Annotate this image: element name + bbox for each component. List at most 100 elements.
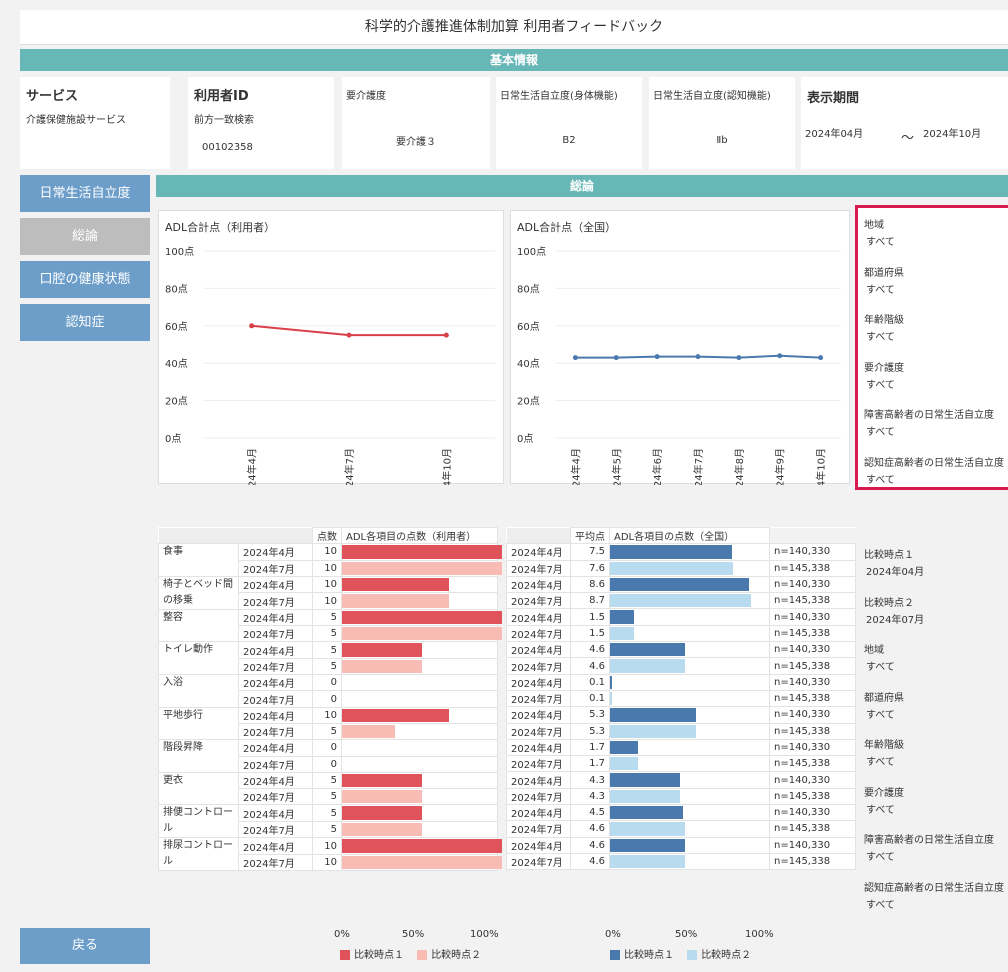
adl-national-chart-data-point[interactable] (613, 355, 619, 361)
user-bar-2[interactable] (342, 822, 422, 837)
national-n-1: n=140,330 (769, 804, 856, 822)
user-bar-2[interactable] (342, 659, 422, 674)
filter-top-item-0[interactable]: 地域 すべて (864, 216, 895, 248)
national-bar-2[interactable] (610, 626, 635, 641)
period-box: 表示期間 2024年04月 ～ 2024年10月 (801, 77, 1008, 169)
daily-physical-value[interactable]: B2 (496, 135, 642, 146)
sidebar-item-daily-life[interactable]: 日常生活自立度 (20, 175, 150, 212)
national-avg-1: 4.6 (570, 641, 610, 659)
adl-national-chart-data-point[interactable] (695, 354, 701, 360)
national-bar-2[interactable] (610, 757, 638, 771)
user-bar-2[interactable] (342, 561, 502, 575)
national-bar-2-cell (609, 755, 770, 773)
period-from[interactable]: 2024年04月 (805, 125, 863, 140)
national-n-2: n=145,338 (769, 722, 856, 740)
filter-bottom-item-0[interactable]: 比較時点１ 2024年04月 (864, 546, 924, 578)
national-bar-1[interactable] (610, 545, 732, 559)
filter-top-item-4[interactable]: 障害高齢者の日常生活自立度 すべて (864, 406, 994, 438)
adl-national-chart-data-point[interactable] (572, 355, 578, 361)
adl-national-chart-ytick-label: 0点 (517, 433, 533, 445)
national-n-1: n=140,330 (769, 706, 856, 724)
adl-national-chart-data-point[interactable] (818, 355, 824, 361)
filter-bottom-item-value: すべて (866, 757, 895, 768)
national-bar-1[interactable] (610, 773, 680, 787)
filter-bottom-item-6[interactable]: 障害高齢者の日常生活自立度 すべて (864, 831, 994, 863)
national-bar-1[interactable] (610, 610, 635, 624)
national-bar-2[interactable] (610, 594, 751, 608)
sidebar-item-oral-health[interactable]: 口腔の健康状態 (20, 261, 150, 298)
national-bar-2[interactable] (610, 659, 685, 673)
filter-top-item-3[interactable]: 要介護度 すべて (864, 359, 904, 391)
daily-cognitive-value[interactable]: Ⅱb (649, 135, 795, 146)
national-bar-2[interactable] (610, 561, 734, 575)
period-to[interactable]: 2024年10月 (923, 125, 981, 140)
back-button[interactable]: 戻る (20, 928, 150, 964)
filter-top-item-1[interactable]: 都道府県 すべて (864, 264, 904, 296)
national-bar-1[interactable] (610, 806, 683, 820)
user-bar-2[interactable] (342, 790, 422, 804)
filter-bottom-item-1[interactable]: 比較時点２ 2024年07月 (864, 594, 924, 626)
national-bar-1[interactable] (610, 838, 685, 852)
user-bar-2[interactable] (342, 627, 502, 641)
filter-bottom-item-5[interactable]: 要介護度 すべて (864, 784, 904, 816)
user-bar-2[interactable] (342, 594, 450, 608)
care-level-value[interactable]: 要介護３ (342, 133, 490, 148)
national-table-row: 2024年4月 8.6 n=140,330 (506, 575, 856, 594)
user-table-row: 排便コントロール 2024年4月 5 (158, 804, 498, 839)
user-bar-2[interactable] (342, 724, 395, 739)
national-bar-1[interactable] (610, 675, 612, 689)
national-bar-2[interactable] (610, 822, 685, 836)
national-bar-1[interactable] (610, 643, 685, 657)
user-bar-1[interactable] (342, 643, 422, 657)
user-bar-1-cell (341, 608, 502, 627)
national-avg-1: 4.6 (570, 836, 610, 854)
sidebar-item-dementia[interactable]: 認知症 (20, 304, 150, 341)
user-bar-1-cell (341, 739, 498, 757)
adl-user-chart-data-point[interactable] (249, 323, 255, 329)
national-bar-1[interactable] (610, 708, 696, 722)
filter-bottom-item-2[interactable]: 地域 すべて (864, 641, 895, 673)
filter-bottom-item-3[interactable]: 都道府県 すべて (864, 689, 904, 721)
adl-national-chart-data-point[interactable] (777, 353, 783, 359)
filter-bottom-item-4[interactable]: 年齢階級 すべて (864, 736, 904, 768)
user-bar-1[interactable] (342, 577, 450, 592)
national-table-corner (506, 527, 571, 544)
adl-user-chart-data-point[interactable] (346, 332, 352, 338)
filter-bottom-item-7[interactable]: 認知症高齢者の日常生活自立度 すべて (864, 879, 1004, 911)
national-bar-1[interactable] (610, 740, 638, 755)
user-bar-1[interactable] (342, 610, 502, 625)
adl-national-chart-data-point[interactable] (736, 355, 742, 361)
national-adl-table: 平均点 ADL各項目の点数（全国） 2024年4月 7.5 n=140,330 202… (506, 526, 856, 871)
daily-cognitive-box: 日常生活自立度(認知機能) Ⅱb (649, 77, 795, 169)
filter-top-item-5[interactable]: 認知症高齢者の日常生活自立度 すべて (864, 454, 1004, 486)
national-bar-2[interactable] (610, 789, 680, 804)
national-bar-2[interactable] (610, 724, 696, 738)
national-avg-1: 4.3 (570, 771, 610, 789)
legend-swatch-national-1 (610, 950, 620, 960)
adl-national-chart-data-point[interactable] (654, 354, 660, 360)
user-id-input[interactable]: 00102358 (192, 135, 322, 161)
user-bar-1[interactable] (342, 773, 422, 788)
score-header: 点数 (312, 526, 342, 545)
national-bar-1[interactable] (610, 577, 750, 592)
user-axis-0: 0% (334, 929, 350, 940)
adl-national-chart-ytick-label: 60点 (517, 321, 540, 333)
national-bar-2[interactable] (610, 854, 685, 869)
national-bar-2[interactable] (610, 691, 612, 706)
user-bar-2-cell (341, 755, 498, 773)
adl-user-chart-data-point[interactable] (443, 332, 449, 338)
national-date-1: 2024年4月 (506, 771, 571, 789)
filter-top-item-2[interactable]: 年齢階級 すべて (864, 311, 904, 343)
user-bar-1[interactable] (342, 806, 422, 820)
filter-bottom-item-value: すべて (866, 662, 895, 673)
adl-user-chart-xtick-label: 2024年7月 (343, 448, 356, 485)
adl-item-label: 階段昇降 (158, 739, 239, 773)
national-table-row: 2024年7月 8.7 n=145,338 (506, 592, 856, 610)
user-bar-1[interactable] (342, 545, 502, 559)
user-bar-2[interactable] (342, 855, 502, 870)
user-bar-1[interactable] (342, 839, 502, 853)
sidebar-item-overview[interactable]: 総論 (20, 218, 150, 255)
user-bar-2-cell (341, 722, 498, 741)
user-bar-1[interactable] (342, 708, 450, 722)
national-bar-1-cell (609, 575, 770, 594)
